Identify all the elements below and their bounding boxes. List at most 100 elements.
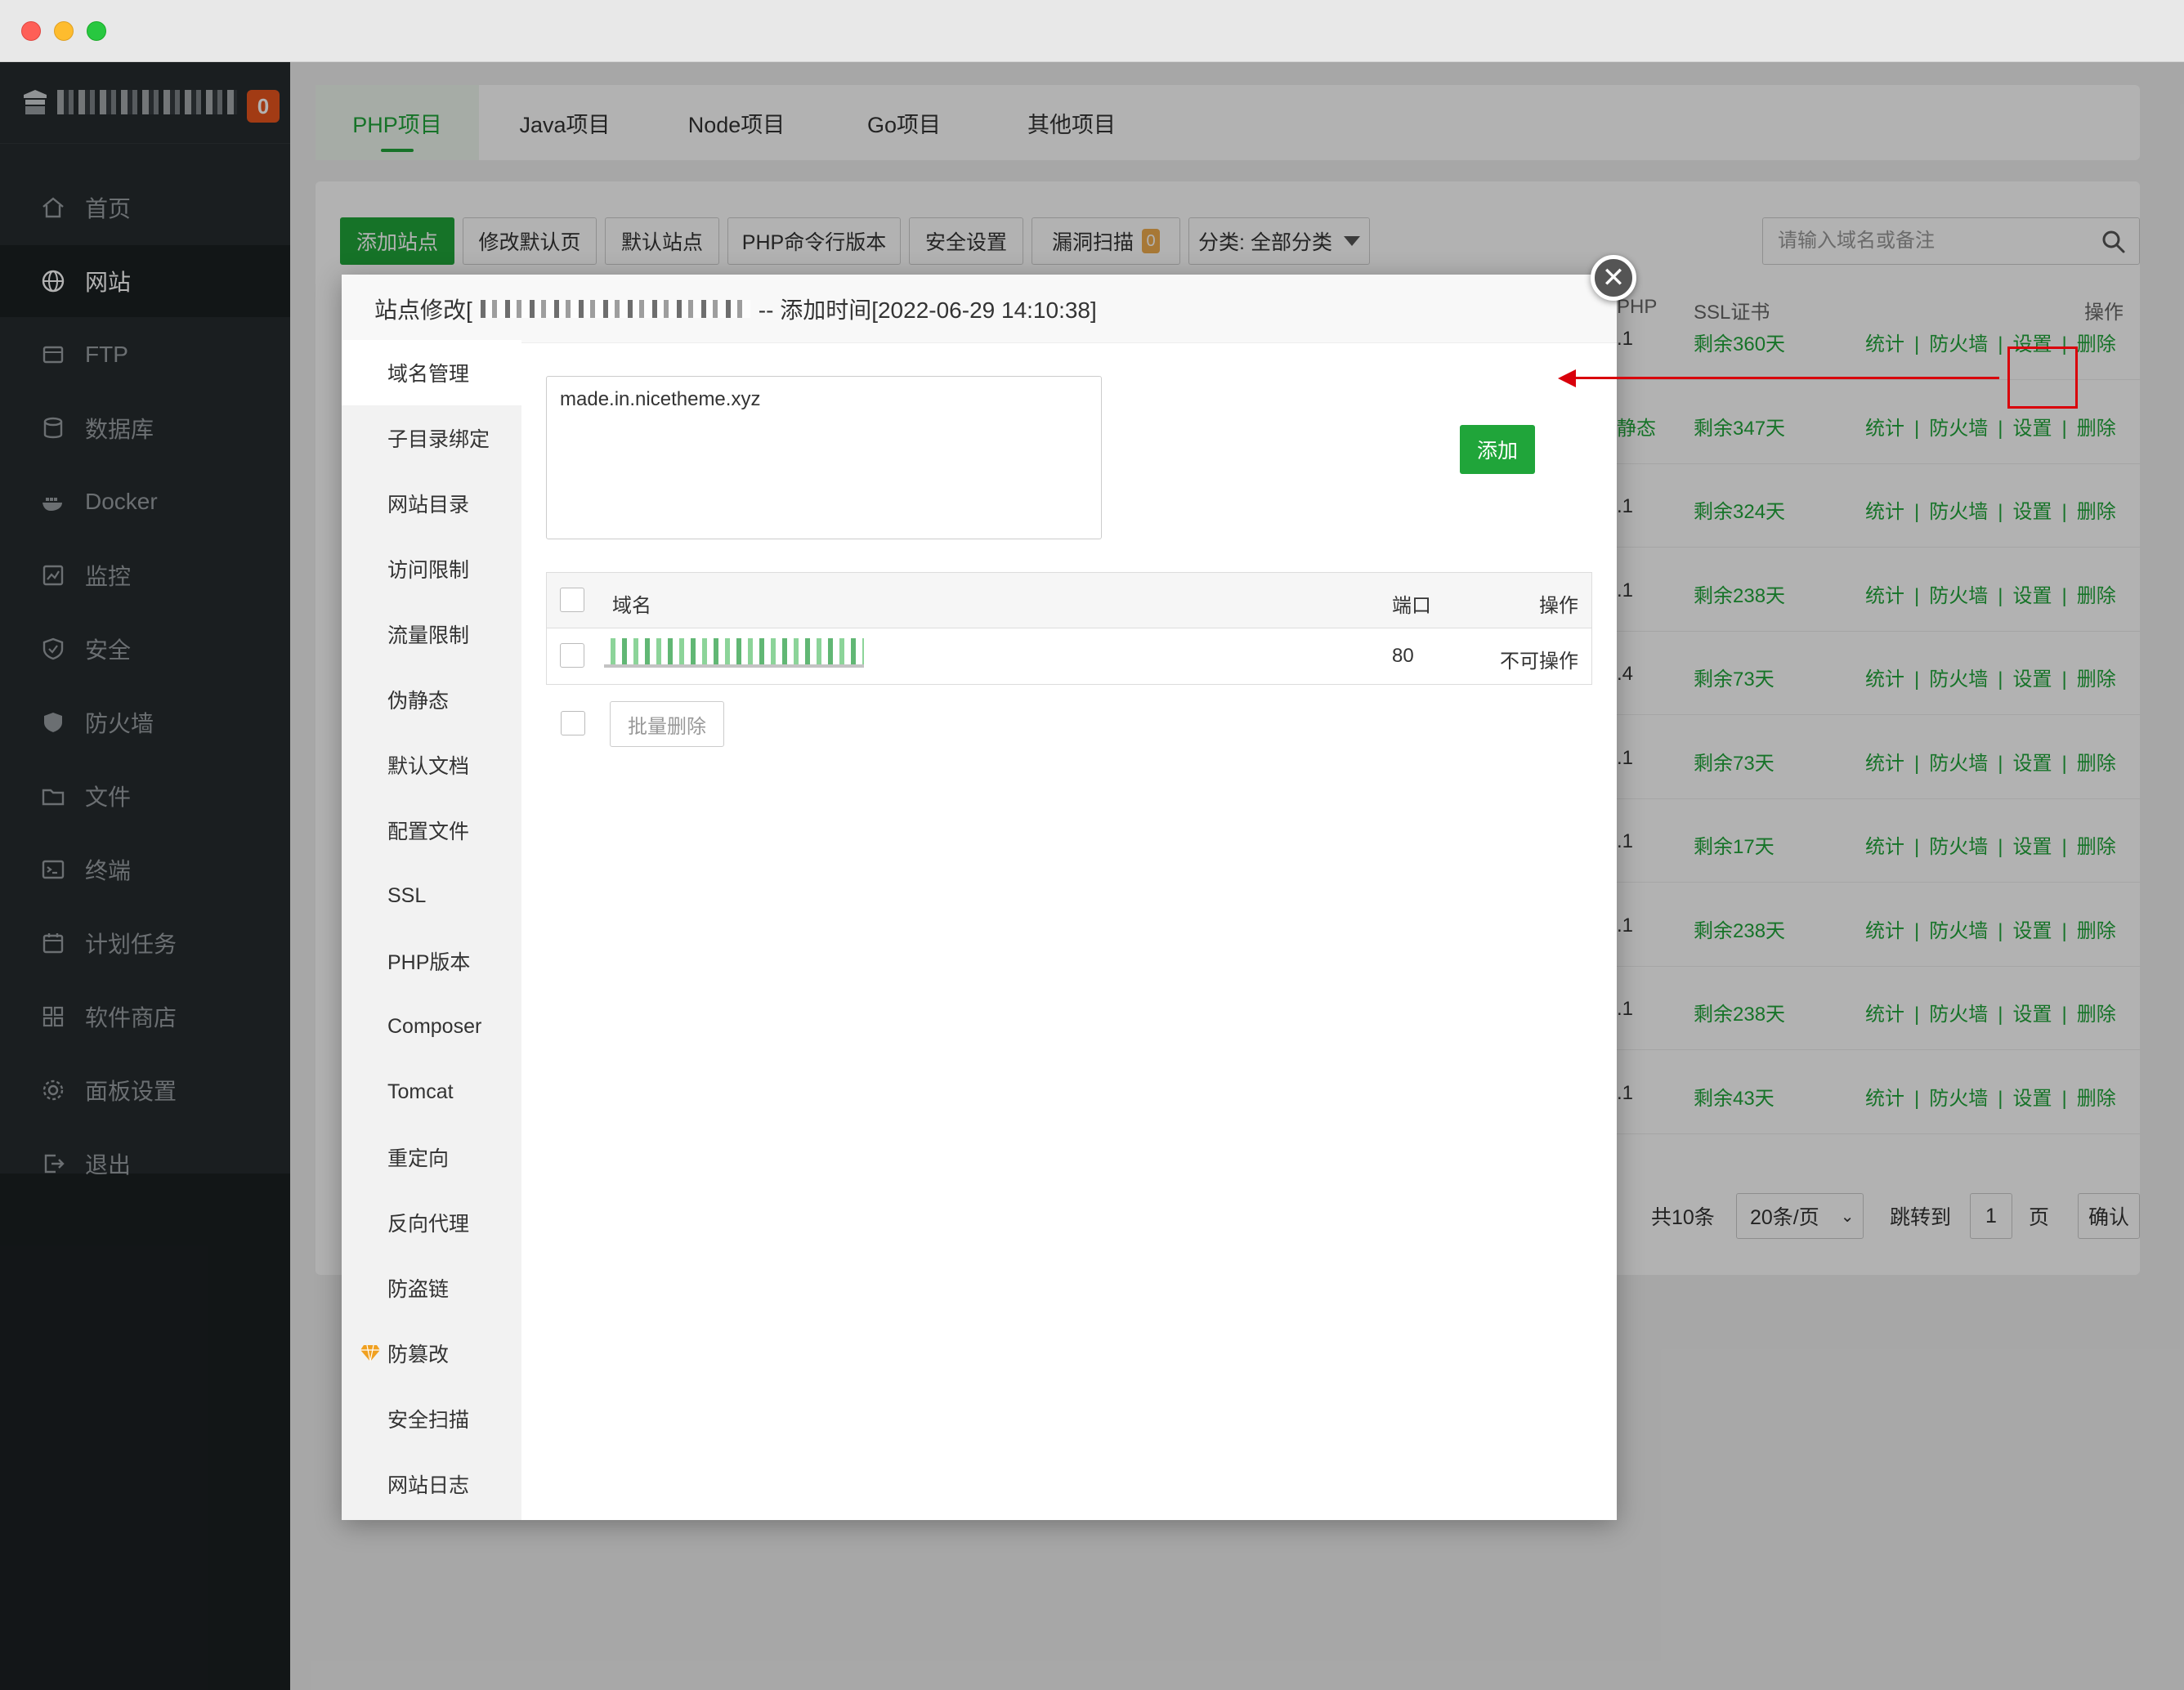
tab-other[interactable]: 其他项目 [986,85,1157,160]
ssl-cell[interactable]: 剩余17天 [1694,830,1774,859]
sidebar-item-gear[interactable]: 面板设置 [0,1054,290,1126]
firewall-link[interactable]: 防火墙 [1929,836,1988,858]
sidebar-item-ftp[interactable]: FTP [0,319,290,391]
settings-link[interactable]: 设置 [2012,753,2052,775]
notification-badge[interactable]: 0 [247,90,280,123]
sidebar-item-monitor[interactable]: 监控 [0,539,290,611]
delete-link[interactable]: 删除 [2077,836,2116,858]
modal-nav-item[interactable]: 流量限制 [342,601,521,667]
modal-nav-item[interactable]: Composer [342,994,521,1059]
settings-link[interactable]: 设置 [2012,418,2052,440]
delete-link[interactable]: 删除 [2077,501,2116,523]
modal-nav-item[interactable]: SSL [342,863,521,928]
delete-link[interactable]: 删除 [2077,585,2116,607]
firewall-link[interactable]: 防火墙 [1929,1004,1988,1026]
modal-nav-item[interactable]: 配置文件 [342,798,521,863]
sidebar-item-terminal[interactable]: 终端 [0,834,290,905]
sidebar-item-shield[interactable]: 安全 [0,613,290,685]
add-domain-button[interactable]: 添加 [1460,425,1535,474]
settings-link[interactable]: 设置 [2012,668,2052,691]
modal-nav-item[interactable]: 重定向 [342,1124,521,1190]
settings-link[interactable]: 设置 [2012,1088,2052,1110]
jump-confirm-button[interactable]: 确认 [2078,1193,2140,1239]
row-checkbox[interactable] [560,643,584,668]
modal-nav-item[interactable]: 域名管理 [342,340,521,405]
stats-link[interactable]: 统计 [1865,668,1904,691]
modal-nav-item[interactable]: 网站目录 [342,471,521,536]
modal-nav-item[interactable]: 防篡改 [342,1321,521,1386]
modal-nav-item[interactable]: Tomcat [342,1059,521,1124]
modal-nav-item[interactable]: 子目录绑定 [342,405,521,471]
firewall-link[interactable]: 防火墙 [1929,920,1988,942]
ssl-cell[interactable]: 剩余73天 [1694,663,1774,691]
firewall-link[interactable]: 防火墙 [1929,585,1988,607]
delete-link[interactable]: 删除 [2077,668,2116,691]
delete-link[interactable]: 删除 [2077,333,2116,355]
batch-select-checkbox[interactable] [561,711,585,735]
firewall-link[interactable]: 防火墙 [1929,1088,1988,1110]
per-page-select[interactable]: 20条/页 ⌄ [1736,1193,1864,1239]
stats-link[interactable]: 统计 [1865,920,1904,942]
select-all-checkbox[interactable] [560,588,584,612]
default-site-button[interactable]: 默认站点 [605,217,719,265]
settings-link[interactable]: 设置 [2012,585,2052,607]
batch-delete-button[interactable]: 批量删除 [610,701,724,747]
settings-link[interactable]: 设置 [2012,1004,2052,1026]
sidebar-item-calendar[interactable]: 计划任务 [0,907,290,979]
delete-link[interactable]: 删除 [2077,753,2116,775]
delete-link[interactable]: 删除 [2077,1004,2116,1026]
tab-node[interactable]: Node项目 [651,85,822,160]
domain-input[interactable]: made.in.nicetheme.xyz [546,376,1102,539]
modal-nav-item[interactable]: 访问限制 [342,536,521,601]
add-site-button[interactable]: 添加站点 [340,217,454,265]
modal-nav-item[interactable]: 防盗链 [342,1255,521,1321]
delete-link[interactable]: 删除 [2077,418,2116,440]
stats-link[interactable]: 统计 [1865,418,1904,440]
sidebar-item-globe[interactable]: 网站 [0,245,290,317]
ssl-cell[interactable]: 剩余43天 [1694,1082,1774,1111]
modal-nav-item[interactable]: 反向代理 [342,1190,521,1255]
delete-link[interactable]: 删除 [2077,1088,2116,1110]
tab-php[interactable]: PHP项目 [316,85,479,160]
sidebar-item-logout[interactable]: 退出 [0,1128,290,1200]
modal-close-button[interactable]: ✕ [1591,255,1636,301]
modal-nav-item[interactable]: 安全扫描 [342,1386,521,1451]
stats-link[interactable]: 统计 [1865,333,1904,355]
settings-link[interactable]: 设置 [2012,501,2052,523]
firewall-link[interactable]: 防火墙 [1929,753,1988,775]
sidebar-item-apps[interactable]: 软件商店 [0,981,290,1053]
ssl-cell[interactable]: 剩余238天 [1694,914,1785,943]
ssl-cell[interactable]: 剩余73天 [1694,747,1774,776]
close-window-button[interactable] [21,21,41,41]
ssl-cell[interactable]: 剩余347天 [1694,412,1785,440]
firewall-link[interactable]: 防火墙 [1929,418,1988,440]
delete-link[interactable]: 删除 [2077,920,2116,942]
search-input[interactable] [1763,218,2074,264]
ssl-cell[interactable]: 剩余360天 [1694,328,1785,356]
stats-link[interactable]: 统计 [1865,836,1904,858]
ssl-cell[interactable]: 剩余238天 [1694,998,1785,1026]
stats-link[interactable]: 统计 [1865,1088,1904,1110]
modal-nav-item[interactable]: PHP版本 [342,928,521,994]
modal-nav-item[interactable]: 网站日志 [342,1451,521,1517]
stats-link[interactable]: 统计 [1865,585,1904,607]
settings-link[interactable]: 设置 [2012,920,2052,942]
php-cli-version-button[interactable]: PHP命令行版本 [727,217,901,265]
edit-default-page-button[interactable]: 修改默认页 [463,217,597,265]
firewall-link[interactable]: 防火墙 [1929,333,1988,355]
search-icon[interactable] [2101,230,2126,254]
stats-link[interactable]: 统计 [1865,501,1904,523]
settings-link[interactable]: 设置 [2012,836,2052,858]
ssl-cell[interactable]: 剩余238天 [1694,579,1785,608]
page-number-input[interactable]: 1 [1970,1193,2012,1239]
category-select[interactable]: 分类: 全部分类 [1188,217,1370,265]
maximize-window-button[interactable] [87,21,106,41]
stats-link[interactable]: 统计 [1865,753,1904,775]
ssl-cell[interactable]: 剩余324天 [1694,495,1785,524]
modal-nav-item[interactable]: 默认文档 [342,732,521,798]
sidebar-item-firewall[interactable]: 防火墙 [0,686,290,758]
sidebar-item-docker[interactable]: Docker [0,466,290,538]
security-settings-button[interactable]: 安全设置 [909,217,1023,265]
vuln-scan-button[interactable]: 漏洞扫描 0 [1032,217,1180,265]
modal-nav-item[interactable]: 伪静态 [342,667,521,732]
